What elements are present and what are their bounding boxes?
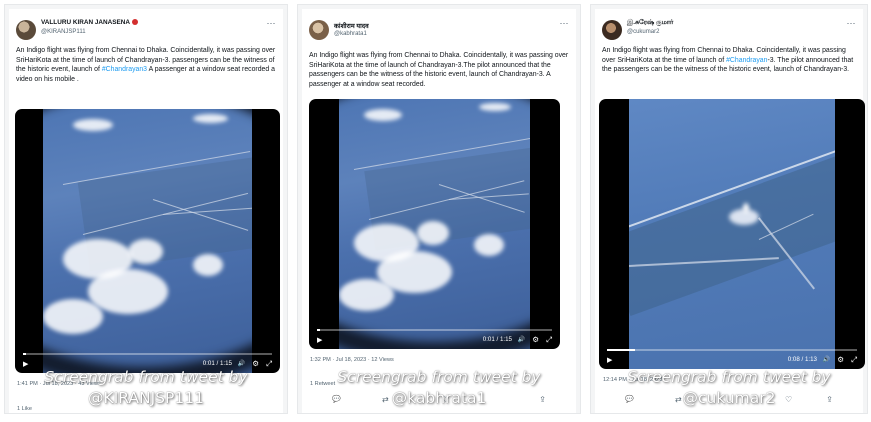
avatar[interactable]: [16, 20, 36, 40]
video-frame: [43, 109, 252, 373]
caption-handle: @cukumar2: [682, 389, 776, 407]
play-icon[interactable]: ▶: [317, 336, 322, 344]
video-player[interactable]: ▶ 0:08 / 1:13 🔊 ⚙ ⤢: [599, 99, 865, 369]
caption-handle: @KIRANJSP111: [88, 389, 204, 407]
video-frame: [339, 99, 530, 349]
settings-icon[interactable]: ⚙: [837, 355, 844, 364]
user-handle[interactable]: @cukumar2: [627, 29, 659, 35]
video-frame: [629, 99, 835, 369]
user-handle[interactable]: @KIRANJSP111: [41, 29, 86, 35]
tweet-text: An Indigo flight was flying from Chennai…: [309, 51, 570, 89]
display-name[interactable]: இ.சுரேஷ் குமார்: [627, 19, 673, 27]
tweet-text: An Indigo flight was flying from Chennai…: [602, 46, 857, 75]
hashtag-link[interactable]: #Chandrayan: [726, 57, 767, 64]
video-time: 0:08 / 1:13: [787, 356, 817, 363]
video-controls: ▶ 0:01 / 1:15 🔊 ⚙ ⤢: [309, 327, 560, 349]
more-options-icon[interactable]: ⋯: [267, 18, 277, 29]
tweet-card: कांशीराम यादव @kabhrata1 ⋯ An Indigo fli…: [302, 9, 576, 413]
volume-icon[interactable]: 🔊: [823, 356, 830, 363]
caption-handle: @kabhrata1: [391, 389, 487, 407]
video-controls: ▶ 0:08 / 1:13 🔊 ⚙ ⤢: [599, 347, 865, 369]
tweet-screenshot-2: कांशीराम यादव @kabhrata1 ⋯ An Indigo fli…: [297, 4, 581, 414]
caption-line: Screengrab from tweet by: [337, 368, 541, 386]
play-icon[interactable]: ▶: [607, 356, 612, 364]
volume-icon[interactable]: 🔊: [518, 336, 525, 343]
video-progress-bar[interactable]: [607, 349, 857, 351]
display-name[interactable]: VALLURU KIRAN JANASENA: [41, 19, 138, 26]
tweet-screenshot-1: VALLURU KIRAN JANASENA @KIRANJSP111 ⋯ An…: [4, 4, 288, 414]
video-progress-fill: [317, 329, 321, 331]
fullscreen-icon[interactable]: ⤢: [546, 335, 552, 345]
caption-line: Screengrab from tweet by: [44, 368, 248, 386]
user-handle[interactable]: @kabhrata1: [334, 31, 367, 37]
video-time: 0:01 / 1:15: [482, 336, 512, 343]
video-player[interactable]: ▶ 0:01 / 1:15 🔊 ⚙ ⤢: [309, 99, 560, 349]
video-progress-bar[interactable]: [23, 353, 272, 355]
settings-icon[interactable]: ⚙: [532, 335, 539, 344]
caption-line: Screengrab from tweet by: [627, 368, 831, 386]
video-progress-fill: [23, 353, 27, 355]
more-options-icon[interactable]: ⋯: [847, 18, 857, 29]
verified-badge-icon: [132, 19, 138, 26]
screengrab-caption: Screengrab from tweet by @cukumar2: [591, 367, 867, 409]
volume-icon[interactable]: 🔊: [238, 360, 245, 367]
video-progress-fill: [607, 349, 635, 351]
tweet-timestamp[interactable]: 1:32 PM · Jul 18, 2023 · 12 Views: [310, 357, 394, 363]
more-options-icon[interactable]: ⋯: [560, 18, 570, 29]
video-progress-bar[interactable]: [317, 329, 552, 331]
display-name[interactable]: कांशीराम यादव: [334, 21, 369, 30]
tweet-text-part: An Indigo flight was flying from Chennai…: [309, 52, 569, 88]
screengrab-caption: Screengrab from tweet by @KIRANJSP111: [5, 367, 287, 409]
hashtag-link[interactable]: #Chandrayan3: [102, 66, 147, 73]
screengrab-caption: Screengrab from tweet by @kabhrata1: [298, 367, 580, 409]
tweet-screenshot-3: இ.சுரேஷ் குமார் @cukumar2 ⋯ An Indigo fl…: [590, 4, 868, 414]
avatar[interactable]: [309, 20, 329, 40]
video-time: 0:01 / 1:15: [202, 360, 232, 367]
video-player[interactable]: ▶ 0:01 / 1:15 🔊 ⚙ ⤢: [15, 109, 280, 373]
tweet-text: An Indigo flight was flying from Chennai…: [16, 46, 277, 84]
fullscreen-icon[interactable]: ⤢: [851, 355, 857, 365]
tweet-card: இ.சுரேஷ் குமார் @cukumar2 ⋯ An Indigo fl…: [595, 9, 865, 413]
avatar[interactable]: [602, 20, 622, 40]
tweet-card: VALLURU KIRAN JANASENA @KIRANJSP111 ⋯ An…: [9, 9, 283, 413]
